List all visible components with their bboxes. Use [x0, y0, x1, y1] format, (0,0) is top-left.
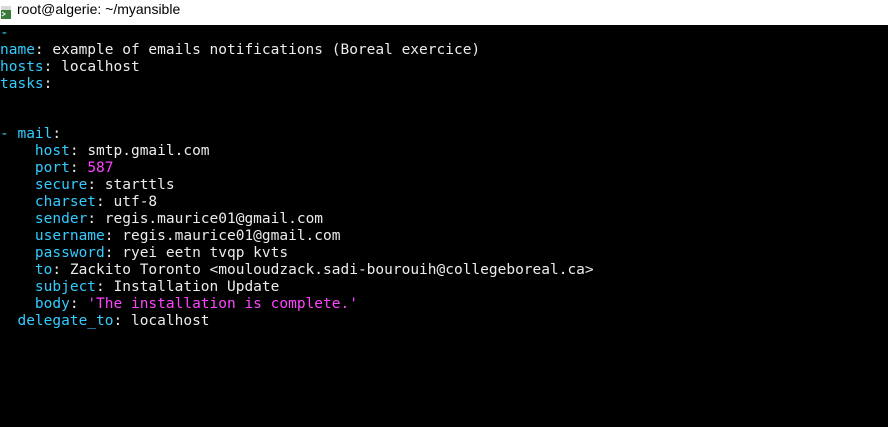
terminal-output[interactable]: - name: example of emails notifications …: [0, 25, 888, 427]
mail-field-line: charset: utf-8: [34, 194, 158, 210]
yaml-key: charset: [34, 194, 97, 210]
play-tasks-line: tasks:: [0, 76, 53, 92]
mail-field-line: username: regis.maurice01@gmail.com: [34, 228, 341, 244]
mail-field-line: port: 587: [34, 160, 114, 176]
yaml-key: tasks: [0, 76, 44, 92]
play-hosts-line: hosts: localhost: [0, 59, 140, 75]
yaml-key: name: [0, 42, 35, 58]
yaml-key: delegate_to: [17, 313, 114, 329]
play-name-line: name: example of emails notifications (B…: [0, 42, 481, 58]
yaml-value: regis.maurice01@gmail.com: [104, 211, 324, 227]
yaml-value: Installation Update: [113, 279, 280, 295]
mail-field-line: secure: starttls: [34, 177, 175, 193]
mail-field-line: body: 'The installation is complete.': [34, 296, 358, 312]
yaml-key: host: [34, 143, 70, 159]
window-titlebar: root@algerie: ~/myansible: [0, 0, 888, 25]
yaml-key: secure: [34, 177, 88, 193]
mail-field-line: host: smtp.gmail.com: [34, 143, 210, 159]
yaml-value: localhost: [130, 313, 210, 329]
terminal-icon: [1, 6, 11, 19]
yaml-value: ryei eetn tvqp kvts: [122, 245, 289, 261]
yaml-key: sender: [34, 211, 88, 227]
yaml-value: 'The installation is complete.': [87, 296, 358, 312]
yaml-key: body: [34, 296, 70, 312]
yaml-value: Zackito Toronto <mouloudzack.sadi-bourou…: [69, 262, 594, 278]
yaml-value: example of emails notifications (Boreal …: [52, 42, 481, 58]
yaml-key: username: [34, 228, 105, 244]
yaml-key: to: [34, 262, 53, 278]
yaml-key: subject: [34, 279, 97, 295]
task-mail-line: - mail:: [0, 126, 62, 142]
yaml-doc-start: -: [0, 25, 9, 41]
mail-field-line: password: ryei eetn tvqp kvts: [34, 245, 289, 261]
yaml-value: localhost: [61, 59, 140, 75]
mail-field-line: sender: regis.maurice01@gmail.com: [34, 211, 324, 227]
yaml-key: port: [34, 160, 70, 176]
delegate-to-line: delegate_to: localhost: [17, 313, 210, 329]
yaml-key: password: [34, 245, 105, 261]
yaml-key: hosts: [0, 59, 44, 75]
window-title: root@algerie: ~/myansible: [17, 0, 181, 17]
mail-field-line: subject: Installation Update: [34, 279, 280, 295]
yaml-value: utf-8: [113, 194, 158, 210]
yaml-value: smtp.gmail.com: [87, 143, 210, 159]
yaml-value: regis.maurice01@gmail.com: [122, 228, 341, 244]
yaml-value: starttls: [104, 177, 175, 193]
mail-field-line: to: Zackito Toronto <mouloudzack.sadi-bo…: [34, 262, 594, 278]
yaml-value: 587: [87, 160, 114, 176]
yaml-key: mail: [17, 126, 53, 142]
